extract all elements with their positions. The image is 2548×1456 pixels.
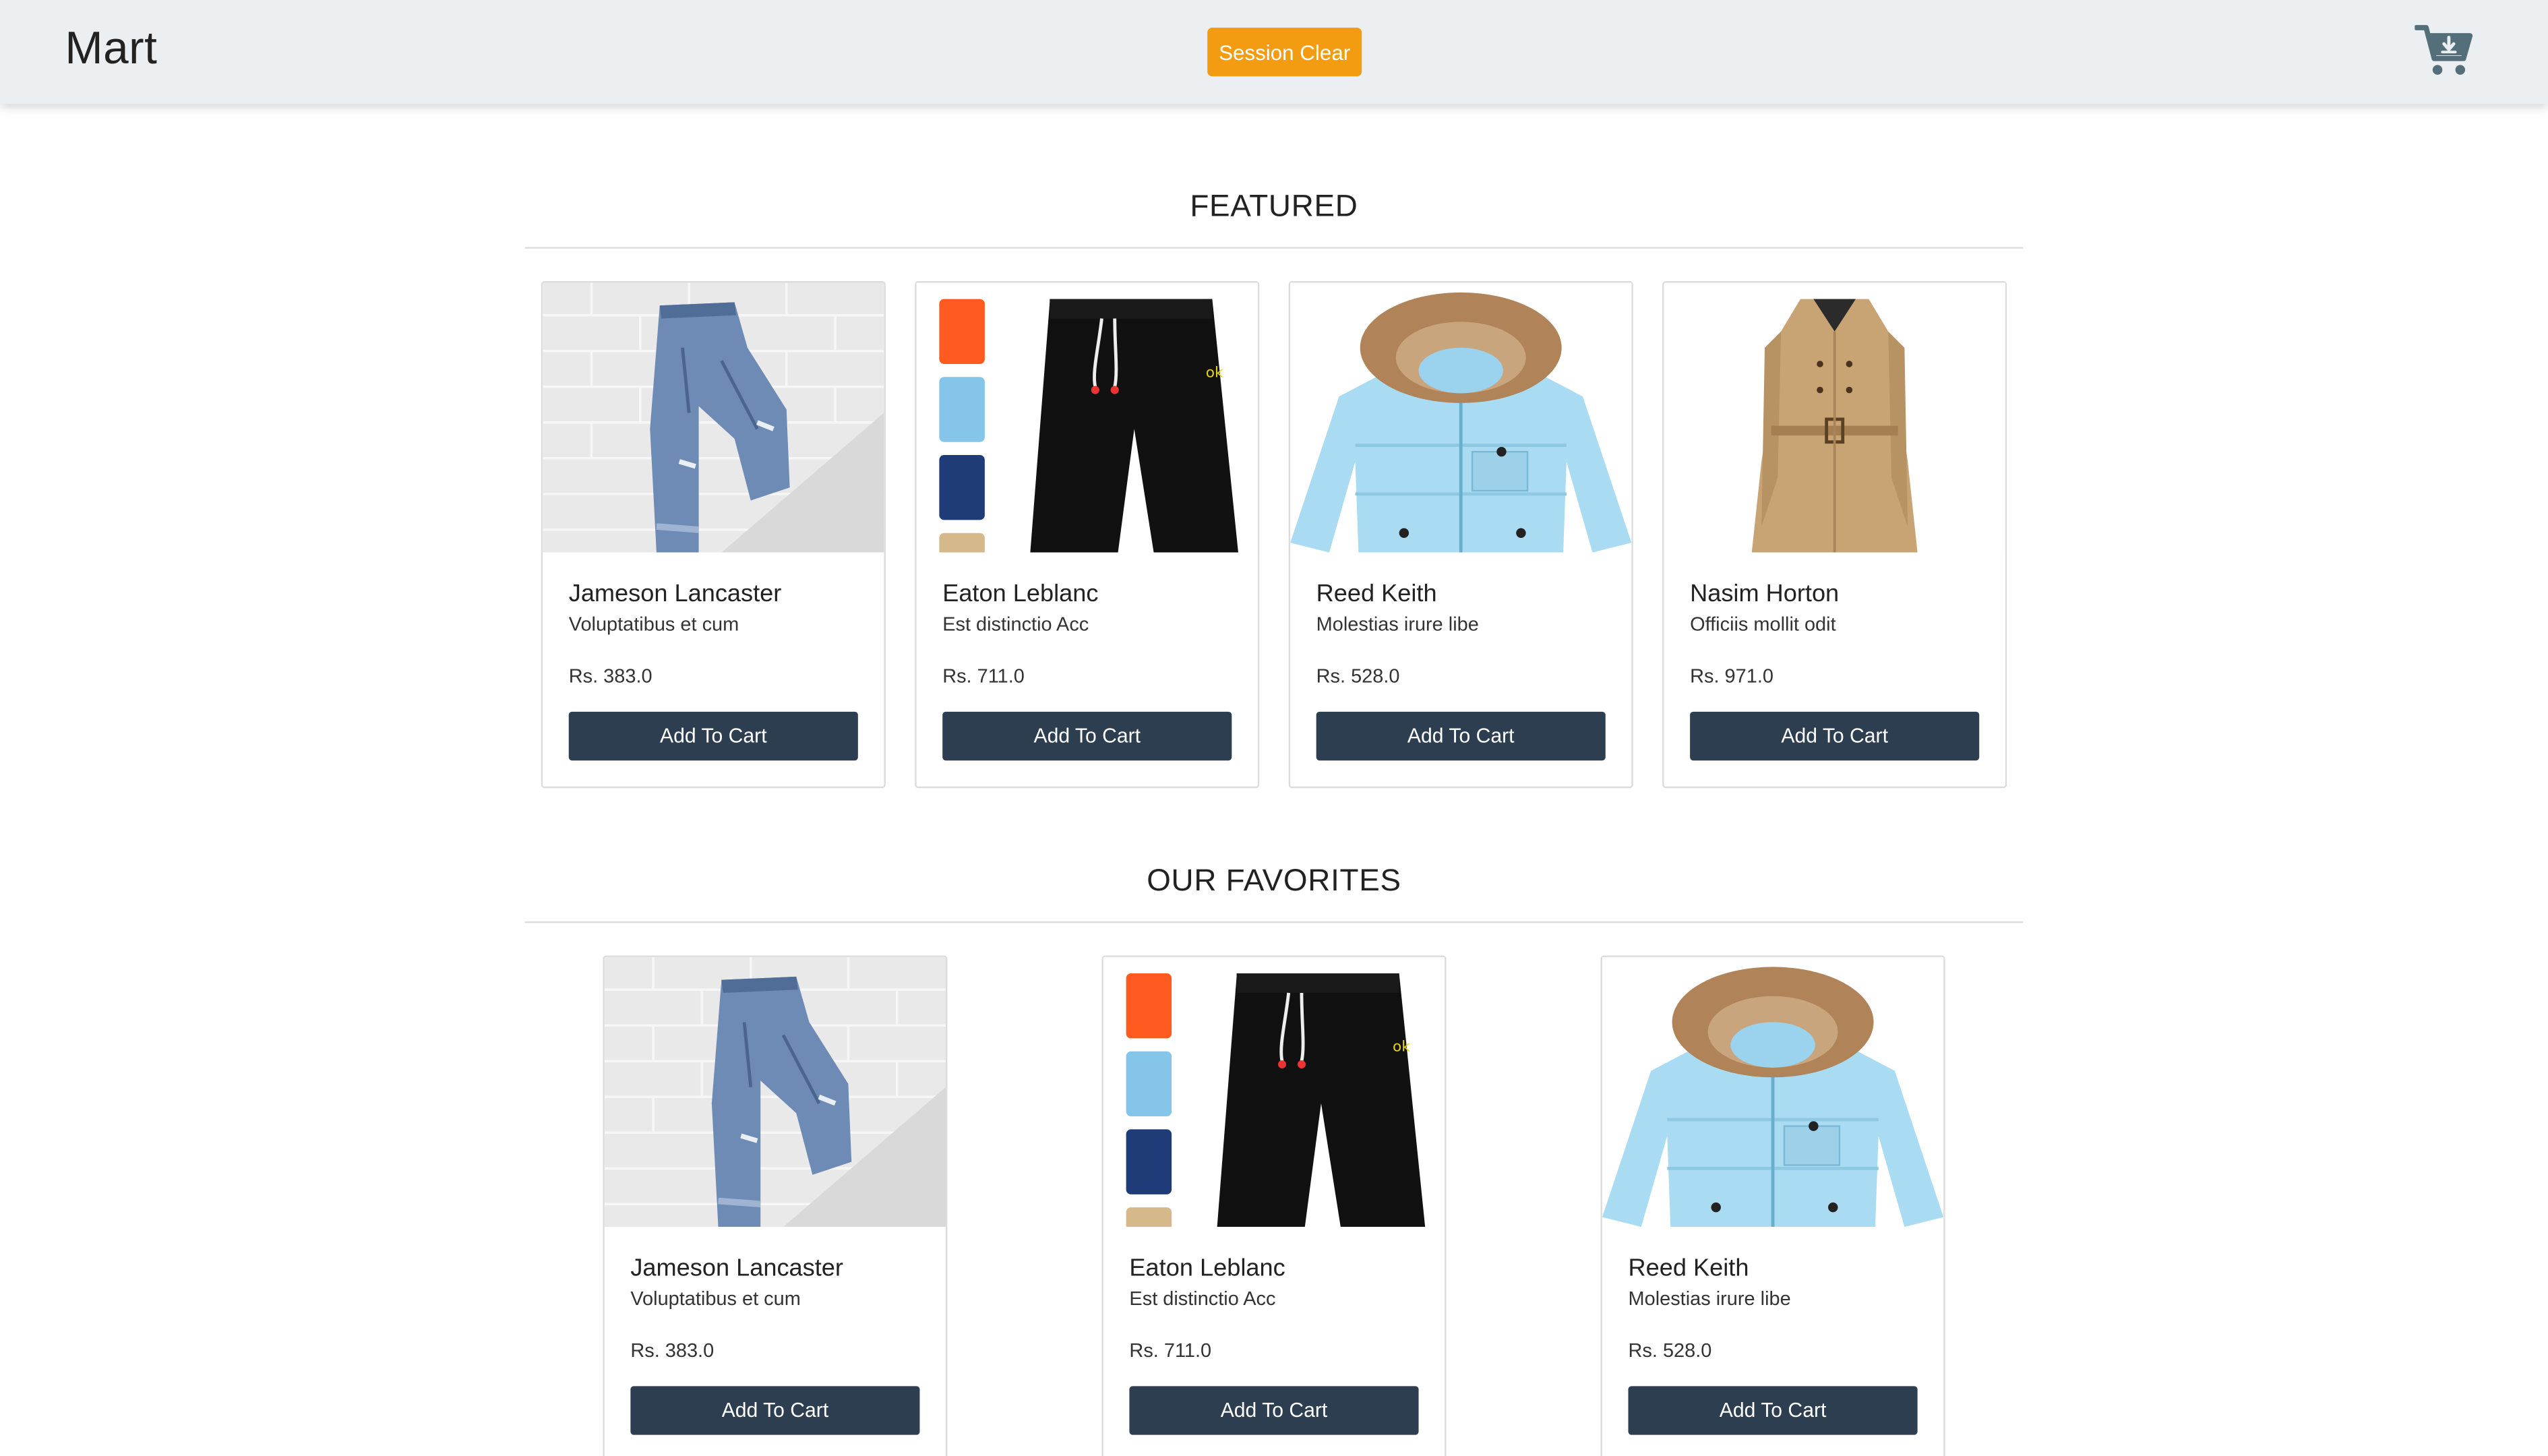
product-image-trench-coat: [1664, 282, 2005, 553]
product-name[interactable]: Jameson Lancaster: [630, 1254, 843, 1282]
product-card: Reed Keith Molestias irure libe Rs. 528.…: [1288, 281, 1633, 789]
product-description: Officiis mollit odit: [1690, 612, 1836, 636]
add-to-cart-button[interactable]: Add To Cart: [1690, 711, 1980, 761]
product-name[interactable]: Jameson Lancaster: [569, 580, 782, 608]
svg-text:ok: ok: [1393, 1039, 1410, 1056]
featured-divider: [524, 247, 2024, 249]
add-to-cart-button[interactable]: Add To Cart: [1129, 1386, 1419, 1435]
favorites-heading: OUR FAVORITES: [1147, 864, 1401, 899]
product-card: Reed Keith Molestias irure libe Rs. 528.…: [1600, 955, 1945, 1456]
product-card: Jameson Lancaster Voluptatibus et cum Rs…: [541, 281, 886, 789]
product-description: Est distinctio Acc: [942, 612, 1089, 636]
session-clear-button[interactable]: Session Clear: [1207, 27, 1362, 77]
product-card: Jameson Lancaster Voluptatibus et cum Rs…: [603, 955, 948, 1456]
product-image-puffer-jacket: [1290, 282, 1632, 553]
product-description: Est distinctio Acc: [1129, 1287, 1276, 1310]
add-to-cart-button[interactable]: Add To Cart: [1316, 711, 1606, 761]
product-description: Voluptatibus et cum: [630, 1287, 801, 1310]
product-image-shorts: ok: [1103, 957, 1445, 1227]
product-price: Rs. 383.0: [630, 1339, 715, 1362]
add-to-cart-button[interactable]: Add To Cart: [568, 711, 858, 761]
product-price: Rs. 383.0: [568, 664, 653, 688]
product-description: Voluptatibus et cum: [568, 612, 739, 636]
product-name[interactable]: Nasim Horton: [1690, 580, 1839, 608]
product-name[interactable]: Eaton Leblanc: [942, 580, 1098, 608]
product-name[interactable]: Reed Keith: [1316, 580, 1437, 608]
product-price: Rs. 711.0: [942, 664, 1025, 688]
product-image-puffer-jacket: [1602, 957, 1944, 1227]
add-to-cart-button[interactable]: Add To Cart: [942, 711, 1232, 761]
navbar: Mart Session Clear: [0, 0, 2548, 104]
product-price: Rs. 711.0: [1129, 1339, 1212, 1362]
favorites-divider: [524, 921, 2024, 923]
featured-heading: FEATURED: [1190, 190, 1358, 224]
product-name[interactable]: Reed Keith: [1629, 1254, 1749, 1282]
product-description: Molestias irure libe: [1628, 1287, 1791, 1310]
cart-download-icon[interactable]: [2415, 23, 2473, 78]
product-image-jeans: [604, 957, 946, 1227]
add-to-cart-button[interactable]: Add To Cart: [1628, 1386, 1918, 1435]
add-to-cart-button[interactable]: Add To Cart: [630, 1386, 920, 1435]
product-image-jeans: [543, 282, 884, 553]
product-price: Rs. 528.0: [1316, 664, 1400, 688]
product-price: Rs. 971.0: [1690, 664, 1773, 688]
svg-text:ok: ok: [1206, 364, 1223, 381]
brand-logo[interactable]: Mart: [65, 23, 157, 75]
product-card: ok Eaton Leblanc Est distinctio Acc Rs. …: [1101, 955, 1447, 1456]
product-price: Rs. 528.0: [1628, 1339, 1712, 1362]
product-card: ok Eaton Leblanc Est distinctio Acc Rs. …: [915, 281, 1260, 789]
product-card: Nasim Horton Officiis mollit odit Rs. 97…: [1662, 281, 2007, 789]
product-name[interactable]: Eaton Leblanc: [1129, 1254, 1285, 1282]
product-description: Molestias irure libe: [1316, 612, 1479, 636]
product-image-shorts: ok: [916, 282, 1258, 553]
